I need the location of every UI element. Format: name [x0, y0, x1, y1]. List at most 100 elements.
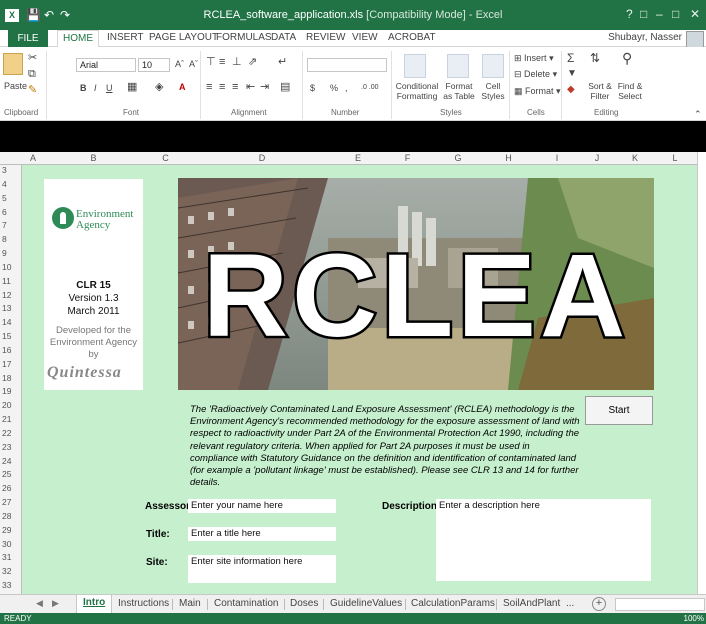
align-left-icon[interactable]: ≡ [206, 82, 212, 93]
row-header[interactable]: 18 [0, 373, 22, 384]
row-header[interactable]: 10 [0, 262, 22, 273]
row-header[interactable]: 25 [0, 469, 22, 480]
tab-formulas[interactable]: FORMULAS [216, 32, 272, 43]
start-button[interactable]: Start [585, 396, 653, 425]
column-header[interactable]: H [481, 152, 536, 165]
wrap-text-icon[interactable]: ↵ [278, 57, 287, 68]
row-header[interactable]: 8 [0, 234, 22, 245]
row-header[interactable]: 23 [0, 442, 22, 453]
row-header[interactable]: 12 [0, 290, 22, 301]
tab-home[interactable]: HOME [57, 30, 99, 48]
paste-button[interactable]: Paste [4, 81, 27, 91]
column-header[interactable]: L [654, 152, 696, 165]
column-header[interactable]: I [536, 152, 578, 165]
row-header[interactable]: 31 [0, 552, 22, 563]
row-header[interactable]: 14 [0, 317, 22, 328]
grow-font-icon[interactable]: Aˆ [175, 59, 184, 69]
sheet-tab-main[interactable]: Main [179, 598, 201, 609]
row-header[interactable]: 29 [0, 525, 22, 536]
merge-center-icon[interactable]: ▤ [280, 82, 290, 93]
tab-file[interactable]: FILE [8, 30, 48, 47]
site-input[interactable]: Enter site information here [188, 555, 336, 583]
help-icon[interactable]: ? [626, 7, 633, 21]
conditional-formatting-icon[interactable] [404, 54, 426, 78]
column-header[interactable]: B [44, 152, 143, 165]
row-header[interactable]: 26 [0, 483, 22, 494]
row-header[interactable]: 4 [0, 179, 22, 190]
column-header[interactable]: J [578, 152, 616, 165]
row-header[interactable]: 5 [0, 193, 22, 204]
font-color-icon[interactable]: A [179, 82, 186, 92]
format-painter-icon[interactable]: ✎ [28, 85, 37, 96]
row-header[interactable]: 20 [0, 400, 22, 411]
row-header[interactable]: 28 [0, 511, 22, 522]
orientation-icon[interactable]: ⇗ [248, 57, 257, 68]
bold-button[interactable]: B [80, 83, 87, 93]
row-header[interactable]: 11 [0, 276, 22, 287]
sort-filter-icon[interactable]: ⇅ [590, 52, 600, 64]
tab-data[interactable]: DATA [271, 32, 296, 43]
column-header[interactable]: D [188, 152, 336, 165]
collapse-ribbon-icon[interactable]: ⌃ [694, 109, 702, 119]
sheet-tab-intro[interactable]: Intro [76, 595, 113, 613]
currency-format-button[interactable]: $ [310, 83, 315, 93]
add-sheet-icon[interactable]: + [592, 597, 606, 611]
row-header[interactable]: 6 [0, 207, 22, 218]
horizontal-scrollbar[interactable] [615, 598, 705, 611]
title-input[interactable]: Enter a title here [188, 527, 336, 541]
shrink-font-icon[interactable]: Aˇ [189, 59, 198, 69]
font-size-select[interactable]: 10 [138, 58, 170, 72]
autosum-icon[interactable]: Σ [567, 52, 574, 64]
ribbon-display-icon[interactable]: □ [640, 7, 647, 21]
number-format-select[interactable] [307, 58, 387, 72]
row-header[interactable]: 27 [0, 497, 22, 508]
row-header[interactable]: 21 [0, 414, 22, 425]
sheet-tab-instructions[interactable]: Instructions [118, 598, 169, 609]
description-input[interactable]: Enter a description here [436, 499, 651, 581]
align-top-icon[interactable]: ⊤ [206, 57, 216, 68]
column-header[interactable]: A [22, 152, 44, 165]
cell-styles-button[interactable]: Cell Styles [478, 81, 508, 101]
vertical-scrollbar[interactable] [697, 152, 706, 594]
row-header[interactable]: 32 [0, 566, 22, 577]
row-header[interactable]: 13 [0, 303, 22, 314]
decimal-buttons[interactable]: .0 .00 [361, 83, 379, 93]
cut-icon[interactable]: ✂ [28, 53, 37, 64]
fill-icon[interactable]: ▼ [567, 69, 577, 79]
column-header[interactable]: K [616, 152, 654, 165]
row-header[interactable]: 22 [0, 428, 22, 439]
column-header[interactable]: C [143, 152, 188, 165]
column-header[interactable]: F [380, 152, 435, 165]
sheet-tab-calculationparams[interactable]: CalculationParams [411, 598, 495, 609]
insert-cells-button[interactable]: ⊞ Insert ▾ [514, 53, 554, 63]
find-select-icon[interactable]: ⚲ [622, 51, 632, 65]
scroll-tabs-left-icon[interactable]: ◀ [36, 598, 43, 609]
sheet-tab-guidelinevalues[interactable]: GuidelineValues [330, 598, 402, 609]
clear-icon[interactable]: ◆ [567, 85, 575, 95]
comma-style-button[interactable]: , [345, 83, 348, 93]
percent-format-button[interactable]: % [330, 83, 338, 93]
row-header[interactable]: 30 [0, 539, 22, 550]
worksheet[interactable]: A B C D E F G H I J K L 3 4 5 6 7 8 9 10 11 12 13 1… [0, 152, 706, 594]
column-header[interactable]: G [435, 152, 481, 165]
row-header[interactable]: 33 [0, 580, 22, 591]
align-center-icon[interactable]: ≡ [219, 82, 225, 93]
format-cells-button[interactable]: ▦ Format ▾ [514, 86, 561, 96]
maximize-icon[interactable]: □ [672, 7, 679, 21]
sheet-tab-contamination[interactable]: Contamination [214, 598, 278, 609]
format-as-table-button[interactable]: Format as Table [440, 81, 478, 101]
fill-color-icon[interactable]: ◈ [155, 82, 163, 93]
align-middle-icon[interactable]: ≡ [219, 57, 225, 68]
tab-insert[interactable]: INSERT [107, 32, 144, 43]
row-header[interactable]: 24 [0, 456, 22, 467]
increase-indent-icon[interactable]: ⇥ [260, 82, 269, 93]
sheet-tab-soilandplant[interactable]: SoilAndPlant [503, 598, 560, 609]
tab-page-layout[interactable]: PAGE LAYOUT [149, 32, 218, 43]
align-right-icon[interactable]: ≡ [232, 82, 238, 93]
row-header[interactable]: 16 [0, 345, 22, 356]
avatar[interactable] [686, 31, 704, 48]
close-icon[interactable]: ✕ [690, 7, 700, 21]
zoom-level[interactable]: 100% [684, 614, 704, 623]
format-as-table-icon[interactable] [447, 54, 469, 78]
assessor-input[interactable]: Enter your name here [188, 499, 336, 513]
